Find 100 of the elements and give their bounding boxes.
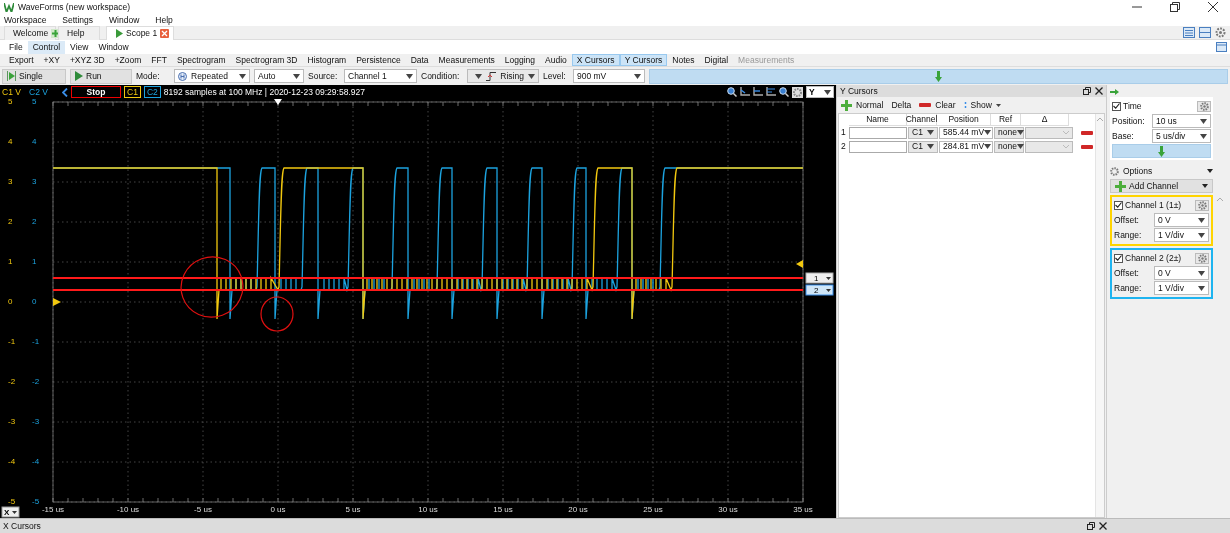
cursor-marker[interactable]: 2 [805, 284, 834, 296]
checkbox[interactable] [1112, 101, 1121, 111]
trigger-mode-dropdown[interactable]: Auto [254, 69, 304, 83]
menu-item[interactable]: Control [27, 40, 66, 54]
float-icon[interactable] [1087, 522, 1095, 530]
trigger-level-marker[interactable] [796, 260, 803, 268]
name-field[interactable] [849, 126, 907, 139]
toolbar-item[interactable]: +Zoom [109, 54, 147, 66]
close-icon[interactable] [1208, 2, 1218, 12]
caret-icon[interactable] [1207, 169, 1213, 173]
remove-button[interactable] [1081, 130, 1093, 135]
column-header: Δ [1021, 114, 1069, 126]
source-dropdown[interactable]: Channel 1 [344, 69, 417, 83]
channel-chip[interactable]: C2 [143, 86, 161, 98]
channel-dropdown[interactable]: C1 [908, 126, 938, 139]
toolbar-item[interactable]: Y Cursors [619, 54, 668, 66]
x-axis-dropdown[interactable]: X [1, 506, 20, 518]
position-dropdown[interactable]: 284.81 mV [939, 140, 993, 153]
range-dropdown[interactable]: 1 V/div [1154, 281, 1209, 295]
checkbox[interactable] [1114, 253, 1123, 263]
position-dropdown[interactable]: 585.44 mV [939, 126, 993, 139]
condition-dropdown[interactable]: Rising [467, 69, 539, 83]
zoom-in-icon[interactable] [727, 87, 737, 97]
toolbar-item[interactable]: Audio [540, 54, 572, 66]
scrollbar[interactable] [1095, 114, 1104, 517]
group-label: Channel 2 (2±) [1125, 252, 1182, 264]
row-number: 2 [840, 141, 847, 152]
toolbar-item[interactable]: Delta [891, 99, 912, 111]
toolbar-item[interactable]: Export [4, 54, 39, 66]
ground-level-marker[interactable] [53, 298, 61, 306]
base-dropdown[interactable]: 5 us/div [1152, 129, 1211, 143]
menu-item[interactable]: Window [93, 40, 134, 54]
caret-icon [634, 73, 641, 79]
float-icon[interactable] [1083, 87, 1091, 95]
cursor-tool-icon[interactable] [740, 87, 750, 97]
down-arrow-icon[interactable] [1158, 145, 1165, 157]
toolbar-item[interactable]: +XY [38, 54, 65, 66]
axis-tick-label: 1 [8, 257, 13, 266]
down-arrow-icon [935, 70, 942, 82]
name-field[interactable] [849, 140, 907, 153]
checkbox[interactable] [1114, 200, 1123, 210]
toolbar-item[interactable]: FFT [146, 54, 172, 66]
toolbar-item[interactable]: Persistence [351, 54, 406, 66]
ref-dropdown[interactable]: none [994, 126, 1024, 139]
menu-item[interactable]: View [65, 40, 94, 54]
field-label: Level: [543, 70, 567, 82]
split-view-icon[interactable] [1199, 27, 1211, 38]
menu-item[interactable]: Help [155, 14, 173, 26]
window-icon[interactable] [1216, 42, 1227, 52]
menu-item[interactable]: Settings [62, 14, 94, 26]
single-button[interactable]: Single [2, 68, 66, 84]
range-dropdown[interactable]: 1 V/div [1154, 228, 1209, 242]
cursor-tool-icon[interactable] [766, 87, 776, 97]
toolbar-item[interactable]: Data [405, 54, 434, 66]
gear-icon[interactable] [792, 86, 803, 98]
run-button[interactable]: Run [70, 68, 132, 84]
axis-tick-label: 5 us [345, 505, 361, 514]
stacked-windows-icon[interactable] [1183, 27, 1195, 38]
toolbar-item[interactable]: X Cursors [571, 54, 620, 66]
zoom-out-icon[interactable] [779, 87, 789, 97]
position-dropdown[interactable]: 10 us [1152, 114, 1211, 128]
apply-bar[interactable] [1112, 144, 1211, 158]
menu-item[interactable]: Window [109, 14, 140, 26]
axis-tick-label: -4 [32, 457, 40, 466]
toolbar-item[interactable]: Logging [499, 54, 541, 66]
toolbar-item[interactable]: Measurements [433, 54, 500, 66]
offset-dropdown[interactable]: 0 V [1154, 266, 1209, 280]
offset-dropdown[interactable]: 0 V [1154, 213, 1209, 227]
toolbar-item[interactable]: Show [963, 99, 1001, 111]
toolbar-item[interactable]: Digital [699, 54, 734, 66]
remove-button[interactable] [1081, 144, 1093, 149]
toolbar-item[interactable]: Histogram [302, 54, 352, 66]
cursor-tool-icon[interactable] [753, 87, 763, 97]
channel-dropdown[interactable]: C1 [908, 140, 938, 153]
toolbar-item[interactable]: +XYZ 3D [64, 54, 110, 66]
menu-item[interactable]: File [4, 40, 28, 54]
cursor-marker[interactable]: 1 [805, 272, 834, 284]
toolbar-item[interactable]: Spectrogram 3D [230, 54, 303, 66]
y-axis-dropdown[interactable]: Y [806, 86, 834, 98]
level-dropdown[interactable]: 900 mV [573, 69, 645, 83]
toolbar-item[interactable]: Normal [841, 99, 884, 111]
expand-arrow-icon[interactable] [1110, 89, 1119, 95]
toolbar-item[interactable]: Notes [667, 54, 700, 66]
channel-chip[interactable]: C1 [124, 86, 141, 98]
play-icon [75, 71, 83, 81]
trigger-position-marker[interactable] [274, 99, 282, 105]
mode-dropdown[interactable]: Repeated [174, 69, 250, 83]
close-icon[interactable] [1095, 87, 1103, 95]
options-menu[interactable]: Options [1110, 165, 1153, 177]
menu-item[interactable]: Workspace [4, 14, 47, 26]
axis-tick-label: 3 [32, 177, 37, 186]
toolbar-item[interactable]: Clear [919, 99, 956, 111]
ref-dropdown[interactable]: none [994, 140, 1024, 153]
toolbar-item[interactable]: Spectrogram [171, 54, 231, 66]
stop-button[interactable]: Stop [71, 86, 121, 98]
axis-tick-label: 30 us [718, 505, 738, 514]
close-icon[interactable] [1099, 522, 1107, 530]
add-channel-button[interactable]: Add Channel [1110, 179, 1213, 193]
caret-icon [1200, 118, 1207, 124]
restore-icon[interactable] [1170, 2, 1180, 12]
